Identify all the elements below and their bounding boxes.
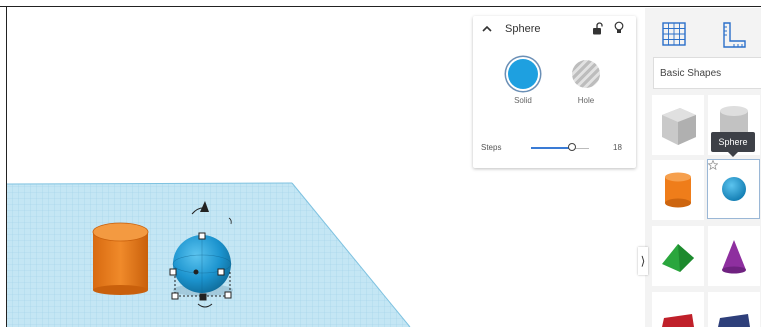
solid-color-button[interactable] [508, 59, 538, 89]
roof-tile[interactable] [652, 226, 704, 286]
shape-properties-panel: Sphere Solid Hole Steps 18 [473, 16, 636, 168]
chevron-right-icon[interactable]: ⟩ [638, 247, 648, 275]
steps-value[interactable]: 18 [613, 143, 622, 152]
shape-set-dropdown[interactable]: Basic Shapes [653, 57, 761, 89]
cylinder-shape[interactable] [92, 222, 149, 295]
star-icon[interactable] [708, 160, 718, 170]
tooltip-arrow [728, 152, 738, 157]
sphere-tile[interactable] [707, 159, 760, 219]
sphere-tooltip: Sphere [711, 132, 755, 152]
steps-slider-fill [531, 147, 572, 149]
box-hole-tile[interactable] [652, 95, 704, 155]
lightbulb-icon[interactable] [613, 21, 625, 35]
cone-tile[interactable] [708, 226, 760, 286]
text-tile[interactable] [652, 292, 704, 327]
steps-label: Steps [481, 143, 502, 152]
window-top-edge [0, 6, 761, 7]
shape-name[interactable]: Sphere [505, 23, 540, 35]
steps-slider-thumb[interactable] [567, 143, 576, 151]
chevron-up-icon[interactable] [481, 23, 493, 35]
hole-label: Hole [577, 96, 595, 105]
ruler-icon[interactable] [721, 21, 747, 49]
window-left-edge [6, 6, 7, 327]
grid-icon[interactable] [661, 21, 687, 47]
properties-header: Sphere [473, 16, 636, 42]
shape-set-label: Basic Shapes [660, 68, 722, 79]
shape-tile[interactable] [708, 292, 760, 327]
hole-button[interactable] [572, 60, 600, 88]
cylinder-tile[interactable] [652, 160, 704, 220]
app-frame: Sphere Solid Hole Steps 18 Basic Shapes … [0, 0, 761, 327]
solid-label: Solid [514, 96, 532, 105]
unlock-icon[interactable] [592, 22, 604, 35]
